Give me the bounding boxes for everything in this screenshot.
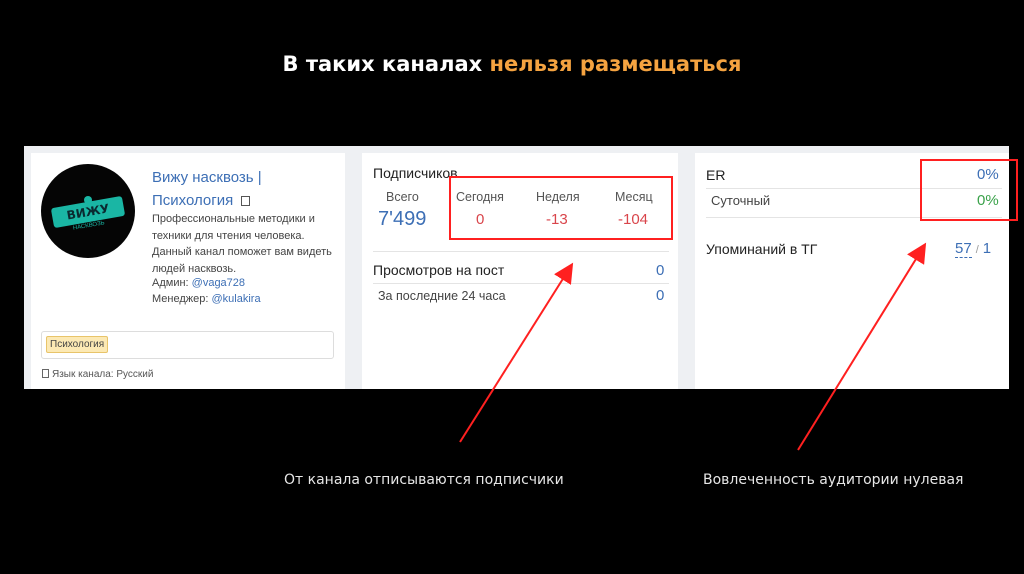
arrow-to-subscribers <box>459 262 574 443</box>
caption-right: Вовлеченность аудитории нулевая <box>703 472 964 488</box>
arrow-to-mentions <box>797 242 927 451</box>
caption-left: От канала отписываются подписчики <box>284 472 564 488</box>
